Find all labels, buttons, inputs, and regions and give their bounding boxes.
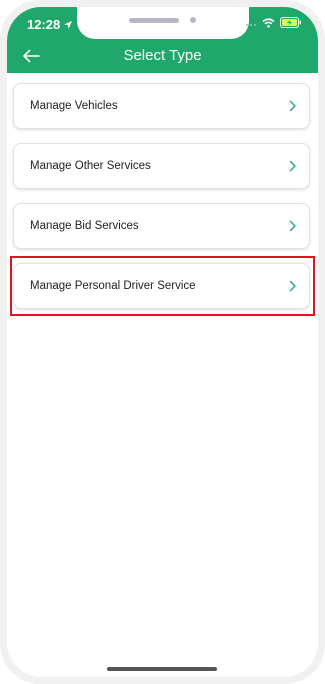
menu-item-manage-other-services[interactable]: Manage Other Services [13, 143, 310, 189]
location-arrow-icon [64, 20, 73, 29]
status-bar-time: 12:28 [27, 17, 73, 32]
chevron-right-icon [289, 160, 296, 172]
chevron-right-icon [289, 220, 296, 232]
menu-item-manage-vehicles[interactable]: Manage Vehicles [13, 83, 310, 129]
menu-item-label: Manage Vehicles [30, 100, 118, 112]
phone-frame: 12:28 Select Type Manage Vehicles Manage… [0, 0, 325, 684]
status-time-text: 12:28 [27, 17, 61, 32]
menu-item-label: Manage Other Services [30, 160, 151, 172]
home-indicator[interactable] [107, 667, 217, 671]
status-indicators [245, 17, 302, 28]
chevron-right-icon [289, 100, 296, 112]
page-title: Select Type [123, 47, 202, 64]
speaker [129, 18, 179, 23]
battery-charging-icon [280, 17, 301, 28]
menu-item-label: Manage Bid Services [30, 220, 139, 232]
signal-icon [246, 23, 256, 26]
front-camera [190, 17, 196, 23]
wifi-icon [262, 17, 275, 28]
menu-item-manage-bid-services[interactable]: Manage Bid Services [13, 203, 310, 249]
notch [77, 7, 249, 39]
highlight-box [10, 256, 315, 316]
app-header: 12:28 Select Type [7, 7, 318, 73]
screen: 12:28 Select Type Manage Vehicles Manage… [7, 7, 318, 677]
